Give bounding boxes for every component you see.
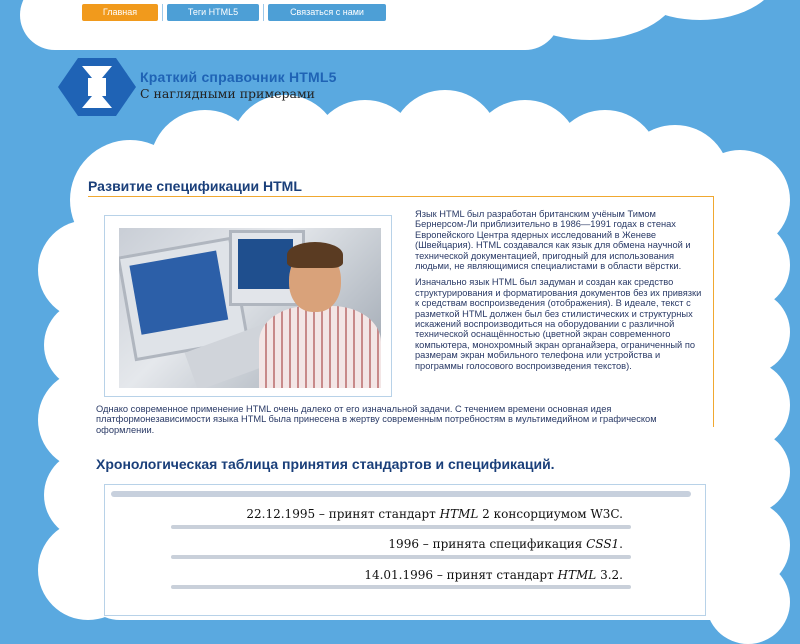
article-paragraph-3: Однако современное применение HTML очень… bbox=[96, 404, 657, 435]
chronology-row: 14.01.1996 – принят стандарт HTML 3.2. bbox=[364, 568, 623, 582]
chronology-divider bbox=[171, 525, 631, 529]
nav-divider bbox=[162, 4, 163, 21]
logo-subtitle: С наглядными примерами bbox=[140, 86, 315, 101]
chronology-table: 22.12.1995 – принят стандарт HTML 2 конс… bbox=[104, 484, 706, 616]
main-navigation: Главная Теги HTML5 Связаться с нами bbox=[82, 4, 386, 21]
chronology-divider bbox=[171, 585, 631, 589]
logo-title: Краткий справочник HTML5 bbox=[140, 69, 337, 85]
main-content: Развитие спецификации HTML Язык HTML был… bbox=[88, 178, 718, 427]
nav-home-link[interactable]: Главная bbox=[82, 4, 158, 21]
logo-mark-icon bbox=[58, 58, 136, 116]
article-paragraph-2: Изначально язык HTML был задуман и созда… bbox=[415, 277, 702, 371]
article-paragraph-1: Язык HTML был разработан британским учён… bbox=[415, 209, 691, 272]
photo-frame bbox=[104, 215, 392, 397]
nav-tags-link[interactable]: Теги HTML5 bbox=[167, 4, 259, 21]
article-box: Язык HTML был разработан британским учён… bbox=[88, 196, 714, 427]
photo-tim-berners-lee bbox=[119, 228, 381, 388]
site-logo[interactable]: Краткий справочник HTML5 С наглядными пр… bbox=[58, 58, 337, 116]
nav-contact-link[interactable]: Связаться с нами bbox=[268, 4, 386, 21]
page-title: Развитие спецификации HTML bbox=[88, 178, 302, 194]
chronology-row: 1996 – принята спецификация CSS1. bbox=[388, 537, 623, 551]
chronology-divider bbox=[171, 555, 631, 559]
chronology-top-bar bbox=[111, 491, 691, 497]
article-text-column: Язык HTML был разработан британским учён… bbox=[415, 209, 707, 377]
chronology-row: 22.12.1995 – принят стандарт HTML 2 конс… bbox=[246, 507, 623, 521]
nav-divider bbox=[263, 4, 264, 21]
chronology-title: Хронологическая таблица принятия стандар… bbox=[96, 456, 555, 472]
